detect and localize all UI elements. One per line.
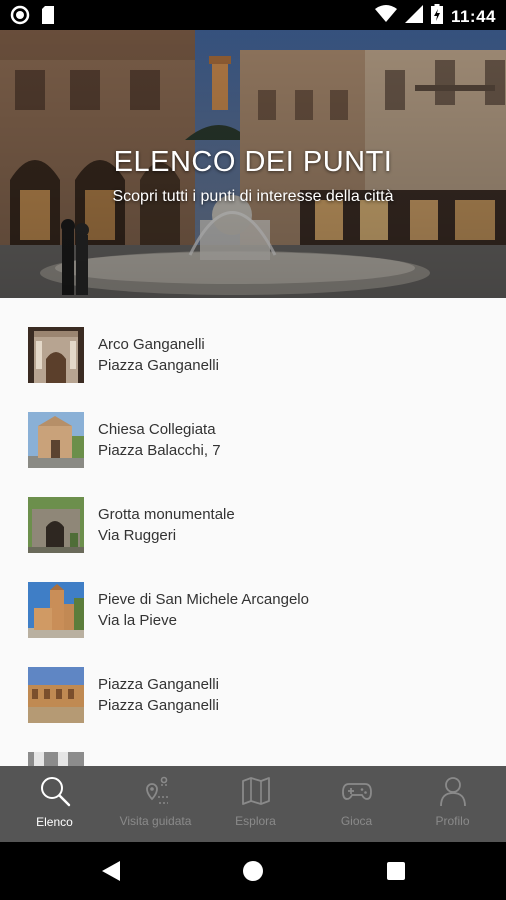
map-icon bbox=[240, 775, 272, 812]
clock: 11:44 bbox=[450, 6, 496, 26]
system-navigation-bar bbox=[0, 842, 506, 900]
route-icon bbox=[140, 775, 172, 812]
status-bar: 11:44 bbox=[0, 0, 506, 30]
tab-label: Elenco bbox=[36, 815, 73, 829]
tab-label: Esplora bbox=[235, 814, 276, 828]
point-thumbnail bbox=[28, 667, 84, 723]
list-item[interactable]: Arco Ganganelli Piazza Ganganelli bbox=[0, 298, 506, 383]
points-list[interactable]: Arco Ganganelli Piazza Ganganelli Chiesa… bbox=[0, 298, 506, 766]
back-icon[interactable] bbox=[100, 860, 122, 887]
point-address: Piazza Ganganelli bbox=[98, 697, 219, 714]
hero-banner: ELENCO DEI PUNTI Scopri tutti i punti di… bbox=[0, 30, 506, 298]
tab-label: Profilo bbox=[435, 814, 470, 828]
point-thumbnail bbox=[28, 582, 84, 638]
list-item[interactable]: Grotta monumentale Via Ruggeri bbox=[0, 468, 506, 553]
point-address: Via Ruggeri bbox=[98, 527, 177, 544]
tab-label: Visita guidata bbox=[119, 814, 192, 828]
point-thumbnail bbox=[28, 412, 84, 468]
point-address: Via la Pieve bbox=[98, 612, 177, 629]
point-title: Grotta monumentale bbox=[98, 506, 235, 523]
tab-visita-guidata[interactable]: Visita guidata bbox=[105, 766, 206, 842]
tab-profilo[interactable]: Profilo bbox=[402, 766, 503, 842]
list-item[interactable]: Pieve di San Michele Arcangelo Via la Pi… bbox=[0, 553, 506, 638]
tab-elenco[interactable]: Elenco bbox=[4, 766, 105, 842]
point-title: Pieve di San Michele Arcangelo bbox=[98, 591, 309, 608]
list-item[interactable]: Chiesa Collegiata Piazza Balacchi, 7 bbox=[0, 383, 506, 468]
point-title: Chiesa Collegiata bbox=[98, 421, 216, 438]
signal-icon bbox=[404, 5, 423, 28]
tab-label: Gioca bbox=[340, 814, 373, 828]
home-icon[interactable] bbox=[242, 860, 264, 887]
tab-esplora[interactable]: Esplora bbox=[205, 766, 306, 842]
point-address: Piazza Ganganelli bbox=[98, 357, 219, 374]
person-icon bbox=[437, 775, 469, 812]
tab-gioca[interactable]: Gioca bbox=[306, 766, 407, 842]
page-title: ELENCO DEI PUNTI bbox=[113, 146, 393, 178]
point-address: Piazza Balacchi, 7 bbox=[98, 442, 221, 459]
page-subtitle: Scopri tutti i punti di interesse della … bbox=[112, 188, 394, 205]
point-thumbnail bbox=[28, 327, 84, 383]
point-title: Arco Ganganelli bbox=[98, 336, 205, 353]
list-item[interactable] bbox=[0, 723, 506, 766]
recents-icon[interactable] bbox=[386, 861, 406, 886]
bottom-navigation: Elenco Visita guidata Esplora Gioca Prof… bbox=[0, 766, 506, 842]
search-icon bbox=[39, 775, 71, 812]
wifi-icon bbox=[374, 5, 397, 28]
point-title: Piazza Ganganelli bbox=[98, 676, 219, 693]
sd-card-icon bbox=[40, 5, 56, 30]
gamepad-icon bbox=[341, 775, 373, 812]
list-item[interactable]: Piazza Ganganelli Piazza Ganganelli bbox=[0, 638, 506, 723]
battery-charging-icon bbox=[430, 4, 443, 29]
notification-record-icon bbox=[10, 5, 30, 30]
point-thumbnail bbox=[28, 752, 84, 766]
point-thumbnail bbox=[28, 497, 84, 553]
